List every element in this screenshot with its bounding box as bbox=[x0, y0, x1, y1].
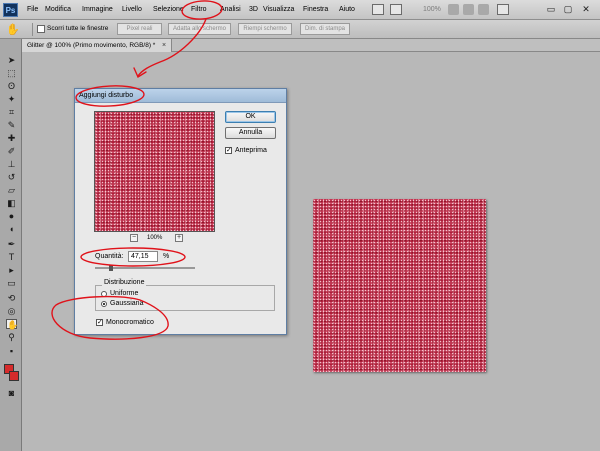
rotate-view-icon[interactable] bbox=[478, 4, 489, 15]
close-icon[interactable]: ✕ bbox=[580, 4, 592, 15]
healing-brush-tool-icon[interactable]: ✚ bbox=[6, 133, 17, 143]
photoshop-logo: Ps bbox=[3, 3, 18, 17]
arrange-documents-icon[interactable] bbox=[497, 4, 509, 15]
move-tool-icon[interactable]: ➤ bbox=[6, 55, 17, 65]
options-bar: ✋ Scorri tutte le finestre Pixel reali A… bbox=[0, 20, 600, 39]
blur-tool-icon[interactable]: ● bbox=[6, 211, 17, 221]
menu-finestra[interactable]: Finestra bbox=[303, 5, 328, 14]
brush-tool-icon[interactable]: ✐ bbox=[6, 146, 17, 156]
menu-analisi[interactable]: Analisi bbox=[220, 5, 241, 14]
path-selection-tool-icon[interactable]: ▸ bbox=[6, 265, 17, 275]
background-color-swatch[interactable] bbox=[9, 371, 19, 381]
fill-screen-button[interactable]: Riempi schermo bbox=[238, 23, 292, 35]
restore-icon[interactable]: ▢ bbox=[562, 4, 574, 15]
menu-livello[interactable]: Livello bbox=[122, 5, 142, 14]
scroll-all-checkbox[interactable] bbox=[37, 25, 45, 33]
gaussian-radio[interactable] bbox=[101, 301, 107, 307]
add-noise-dialog: Aggiungi disturbo − 100% + OK Annulla ✓ … bbox=[74, 88, 287, 335]
zoom-icon[interactable] bbox=[463, 4, 474, 15]
menu-bar: Ps File Modifica Immagine Livello Selezi… bbox=[0, 0, 600, 20]
menu-file[interactable]: File bbox=[27, 5, 38, 14]
gradient-tool-icon[interactable]: ◧ bbox=[6, 198, 17, 208]
distribution-group bbox=[95, 285, 275, 311]
clone-stamp-tool-icon[interactable]: ⊥ bbox=[6, 159, 17, 169]
shape-tool-icon[interactable]: ▭ bbox=[6, 278, 17, 288]
separator bbox=[32, 23, 33, 36]
zoom-in-button[interactable]: + bbox=[175, 234, 183, 242]
glitter-canvas-image[interactable] bbox=[313, 199, 486, 372]
uniform-label: Uniforme bbox=[110, 290, 139, 297]
ok-button[interactable]: OK bbox=[225, 111, 276, 123]
hand-tool-icon[interactable]: ✋ bbox=[6, 23, 20, 36]
type-tool-icon[interactable]: T bbox=[6, 252, 17, 262]
eraser-tool-icon[interactable]: ▱ bbox=[6, 185, 17, 195]
menu-3d[interactable]: 3D bbox=[249, 5, 258, 14]
noise-preview[interactable] bbox=[94, 111, 215, 232]
zoom-level[interactable]: 100% bbox=[423, 6, 441, 13]
dodge-tool-icon[interactable]: ◖ bbox=[6, 224, 17, 234]
3d-rotate-tool-icon[interactable]: ⟲ bbox=[6, 293, 17, 303]
menu-filtro[interactable]: Filtro bbox=[191, 5, 207, 14]
document-tab-title: Glitter @ 100% (Primo movimento, RGB/8) … bbox=[27, 42, 156, 49]
amount-input[interactable]: 47,15 bbox=[128, 251, 158, 262]
preview-zoom-percent: 100% bbox=[147, 235, 163, 241]
minimize-icon[interactable]: ▭ bbox=[545, 4, 557, 15]
monochromatic-checkbox[interactable]: ✓ bbox=[96, 319, 103, 326]
marquee-tool-icon[interactable]: ⬚ bbox=[6, 68, 17, 78]
amount-label: Quantità: bbox=[95, 253, 124, 260]
menu-modifica[interactable]: Modifica bbox=[45, 5, 71, 14]
monochromatic-label: Monocromatico bbox=[106, 319, 154, 326]
pointer-arrowhead bbox=[133, 67, 147, 79]
amount-slider-thumb[interactable] bbox=[109, 265, 113, 271]
bridge-icon[interactable] bbox=[372, 4, 384, 15]
menu-selezione[interactable]: Selezione bbox=[153, 5, 184, 14]
document-tab[interactable]: Glitter @ 100% (Primo movimento, RGB/8) … bbox=[22, 39, 172, 52]
fit-screen-button[interactable]: Adatta allo schermo bbox=[168, 23, 231, 35]
dialog-title: Aggiungi disturbo bbox=[79, 92, 134, 99]
eyedropper-tool-icon[interactable]: ✎ bbox=[6, 120, 17, 130]
history-brush-tool-icon[interactable]: ↺ bbox=[6, 172, 17, 182]
menu-aiuto[interactable]: Aiuto bbox=[339, 5, 355, 14]
preview-label: Anteprima bbox=[235, 147, 267, 154]
uniform-radio[interactable] bbox=[101, 291, 107, 297]
menu-visualizza[interactable]: Visualizza bbox=[263, 5, 294, 14]
3d-orbit-tool-icon[interactable]: ◎ bbox=[6, 306, 17, 316]
zoom-out-button[interactable]: − bbox=[130, 234, 138, 242]
actual-pixels-button[interactable]: Pixel reali bbox=[117, 23, 162, 35]
screen-mode-icon[interactable] bbox=[390, 4, 402, 15]
print-size-button[interactable]: Dim. di stampa bbox=[300, 23, 350, 35]
document-tab-bar: Glitter @ 100% (Primo movimento, RGB/8) … bbox=[22, 39, 600, 52]
scroll-all-label: Scorri tutte le finestre bbox=[47, 25, 109, 32]
hand-icon[interactable] bbox=[448, 4, 459, 15]
zoom-tool-icon[interactable]: ⚲ bbox=[6, 332, 17, 342]
amount-unit: % bbox=[163, 253, 170, 260]
tab-close-icon[interactable]: × bbox=[162, 39, 166, 52]
hand-tool-icon[interactable]: ✋ bbox=[6, 319, 18, 330]
quick-mask-icon[interactable]: ◙ bbox=[6, 388, 17, 398]
dialog-title-bar[interactable]: Aggiungi disturbo bbox=[75, 89, 286, 103]
default-colors-icon[interactable]: ▪ bbox=[6, 346, 17, 356]
cancel-button[interactable]: Annulla bbox=[225, 127, 276, 139]
gaussian-label: Gaussiana bbox=[110, 300, 144, 307]
pen-tool-icon[interactable]: ✒ bbox=[6, 239, 17, 249]
preview-checkbox[interactable]: ✓ bbox=[225, 147, 232, 154]
menu-immagine[interactable]: Immagine bbox=[82, 5, 113, 14]
distribution-title: Distribuzione bbox=[102, 279, 147, 286]
toolbox: ➤ ⬚ ʘ ✦ ⌗ ✎ ✚ ✐ ⊥ ↺ ▱ ◧ ● ◖ ✒ T ▸ ▭ ⟲ ◎ … bbox=[0, 39, 22, 451]
crop-tool-icon[interactable]: ⌗ bbox=[6, 107, 17, 117]
magic-wand-tool-icon[interactable]: ✦ bbox=[6, 94, 17, 104]
lasso-tool-icon[interactable]: ʘ bbox=[6, 81, 17, 91]
